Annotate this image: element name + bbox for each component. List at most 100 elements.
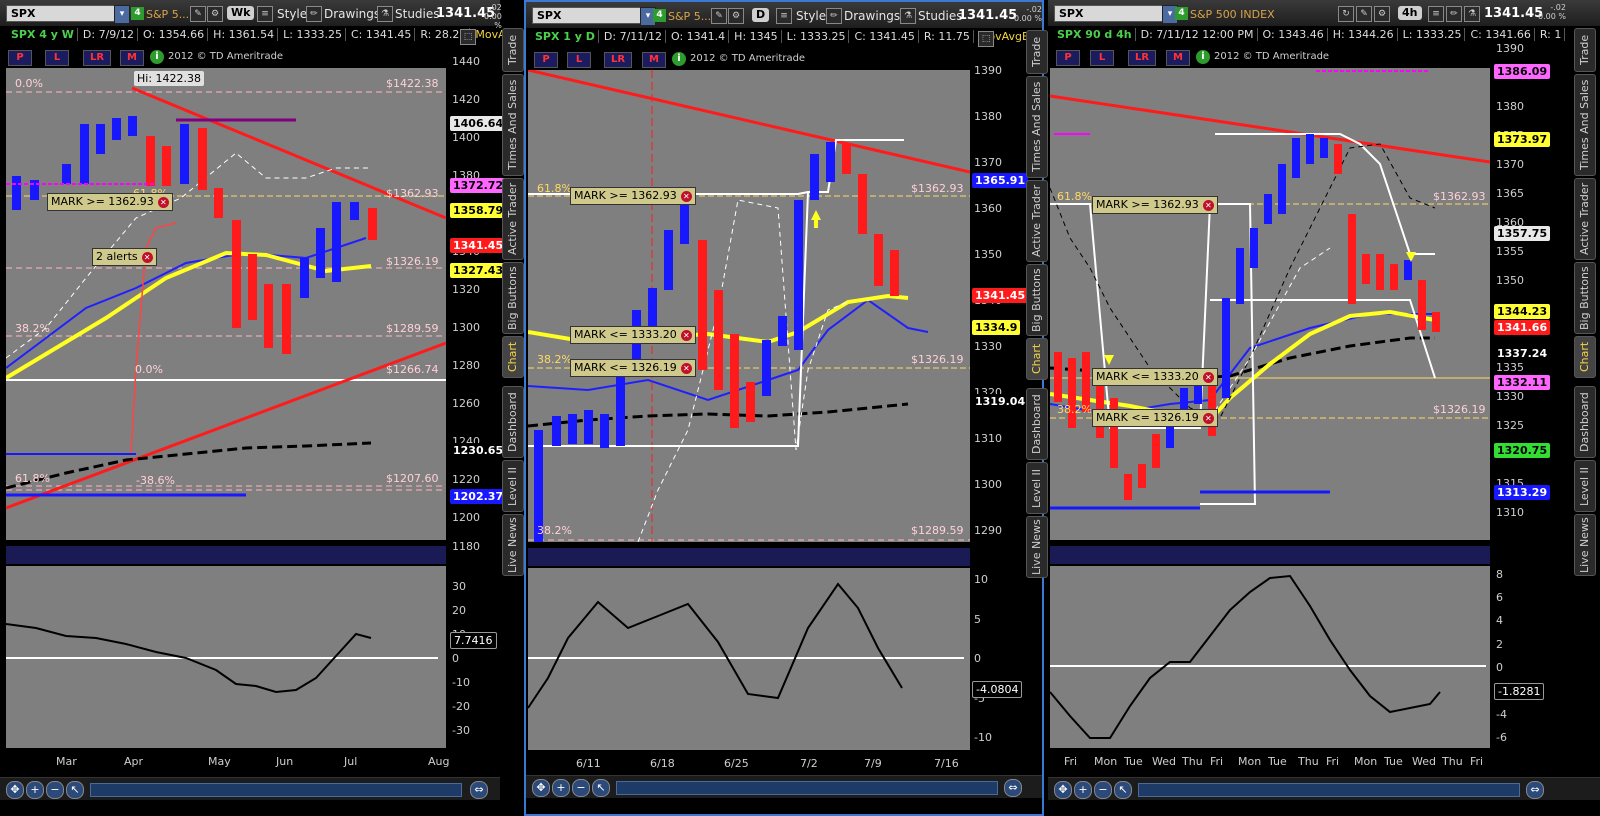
alert-label[interactable]: 2 alerts ✕ (92, 248, 157, 266)
link-group-icon[interactable]: 4 (653, 9, 666, 22)
alert-label[interactable]: MARK <= 1326.19 ✕ (1092, 409, 1218, 427)
drawings-menu[interactable]: Drawings (844, 9, 900, 23)
tab-chart[interactable]: Chart (502, 336, 524, 378)
tab-live-news[interactable]: Live News (1574, 514, 1596, 576)
plot-button-m[interactable]: M (642, 52, 666, 68)
plot-button-l[interactable]: L (567, 52, 591, 68)
timeframe-selector[interactable]: D (752, 8, 770, 22)
alert-label[interactable]: MARK <= 1333.20 ✕ (570, 326, 696, 344)
remove-alert-icon[interactable]: ✕ (1202, 412, 1214, 424)
info-icon[interactable]: i (150, 50, 164, 64)
tab-dashboard[interactable]: Dashboard (1026, 388, 1048, 460)
oscillator-chart[interactable] (1050, 566, 1490, 748)
tab-trade[interactable]: Trade (1574, 28, 1596, 72)
zoom-out-icon[interactable]: − (46, 781, 64, 799)
info-icon[interactable]: i (1196, 50, 1210, 64)
style-icon[interactable]: ≡ (776, 8, 792, 24)
time-scrollbar[interactable] (1138, 783, 1520, 797)
expand-icon[interactable]: ⇔ (1004, 779, 1022, 797)
refresh-icon[interactable]: ↻ (1338, 6, 1354, 22)
remove-alert-icon[interactable]: ✕ (680, 329, 692, 341)
tab-big-buttons[interactable]: Big Buttons (1574, 262, 1596, 334)
symbol-input[interactable]: SPX (1054, 5, 1164, 22)
plot-button-l[interactable]: L (1090, 50, 1114, 66)
tab-times-and-sales[interactable]: Times And Sales (1574, 74, 1596, 176)
style-icon[interactable]: ≡ (1428, 6, 1444, 22)
plot-button-lr[interactable]: LR (604, 52, 632, 68)
plot-button-lr[interactable]: LR (83, 50, 111, 66)
tab-level-ii[interactable]: Level II (1574, 460, 1596, 512)
tab-active-trader[interactable]: Active Trader (1026, 180, 1048, 262)
tab-dashboard[interactable]: Dashboard (502, 386, 524, 458)
pan-icon[interactable]: ✥ (1054, 781, 1072, 799)
studies-icon[interactable]: ⚗ (900, 8, 916, 24)
alert-label[interactable]: MARK >= 1362.93 ✕ (570, 187, 696, 205)
plot-button-m[interactable]: M (1166, 50, 1190, 66)
crosshair-icon[interactable]: ✎ (711, 8, 727, 24)
price-chart[interactable] (1050, 68, 1490, 540)
tab-live-news[interactable]: Live News (502, 514, 524, 576)
tab-live-news[interactable]: Live News (1026, 516, 1048, 578)
drawings-icon[interactable]: ✏ (306, 6, 322, 22)
timeframe-selector[interactable]: 4h (1398, 6, 1422, 20)
tab-chart[interactable]: Chart (1574, 336, 1596, 378)
pointer-icon[interactable]: ↖ (66, 781, 84, 799)
wrench-icon[interactable]: ⚙ (728, 8, 744, 24)
plot-button-p[interactable]: P (8, 50, 32, 66)
wrench-icon[interactable]: ⚙ (207, 6, 223, 22)
tab-trade[interactable]: Trade (1026, 30, 1048, 74)
tab-big-buttons[interactable]: Big Buttons (502, 262, 524, 334)
zoom-out-icon[interactable]: − (1094, 781, 1112, 799)
crosshair-icon[interactable]: ✎ (1356, 6, 1372, 22)
pan-icon[interactable]: ✥ (532, 779, 550, 797)
remove-alert-icon[interactable]: ✕ (1202, 199, 1214, 211)
plot-button-m[interactable]: M (120, 50, 144, 66)
oscillator-chart[interactable] (528, 568, 970, 750)
tab-level-ii[interactable]: Level II (502, 460, 524, 512)
zoom-in-icon[interactable]: + (26, 781, 44, 799)
alert-label[interactable]: MARK <= 1326.19 ✕ (570, 359, 696, 377)
link-group-icon[interactable]: 4 (131, 7, 144, 20)
info-icon[interactable]: i (672, 52, 686, 66)
studies-icon[interactable]: ⚗ (377, 6, 393, 22)
alert-label[interactable]: MARK <= 1333.20 ✕ (1092, 368, 1218, 386)
oscillator-chart[interactable] (6, 566, 446, 748)
link-group-icon[interactable]: 4 (1175, 7, 1188, 20)
remove-alert-icon[interactable]: ✕ (157, 196, 169, 208)
expand-icon[interactable]: ⇔ (1526, 781, 1544, 799)
alert-label[interactable]: MARK >= 1362.93 ✕ (47, 193, 173, 211)
style-icon[interactable]: ≡ (257, 6, 273, 22)
time-scrollbar[interactable] (90, 783, 462, 797)
symbol-input[interactable]: SPX (6, 5, 116, 22)
chart-settings-icon[interactable]: ⬚ (460, 29, 476, 45)
plot-button-l[interactable]: L (45, 50, 69, 66)
time-scrollbar[interactable] (616, 781, 998, 795)
studies-menu[interactable]: Studies (395, 7, 440, 21)
pointer-icon[interactable]: ↖ (592, 779, 610, 797)
plot-button-p[interactable]: P (1056, 50, 1080, 66)
remove-alert-icon[interactable]: ✕ (680, 190, 692, 202)
tab-big-buttons[interactable]: Big Buttons (1026, 264, 1048, 336)
alert-label[interactable]: MARK >= 1362.93 ✕ (1092, 196, 1218, 214)
wrench-icon[interactable]: ⚙ (1374, 6, 1390, 22)
tab-chart[interactable]: Chart (1026, 338, 1048, 380)
pointer-icon[interactable]: ↖ (1114, 781, 1132, 799)
remove-alert-icon[interactable]: ✕ (680, 362, 692, 374)
price-chart[interactable] (528, 70, 970, 542)
crosshair-icon[interactable]: ✎ (190, 6, 206, 22)
drawings-menu[interactable]: Drawings (324, 7, 380, 21)
drawings-icon[interactable]: ✏ (1446, 6, 1462, 22)
tab-times-and-sales[interactable]: Times And Sales (1026, 76, 1048, 178)
tab-active-trader[interactable]: Active Trader (502, 178, 524, 260)
tab-trade[interactable]: Trade (502, 28, 524, 72)
tab-dashboard[interactable]: Dashboard (1574, 386, 1596, 458)
plot-button-p[interactable]: P (534, 52, 558, 68)
tab-level-ii[interactable]: Level II (1026, 462, 1048, 514)
drawings-icon[interactable]: ✏ (826, 8, 842, 24)
timeframe-selector[interactable]: Wk (227, 6, 255, 20)
symbol-dropdown-icon[interactable]: ▾ (114, 5, 130, 24)
symbol-input[interactable]: SPX (532, 7, 642, 24)
style-menu[interactable]: Style (277, 7, 307, 21)
tab-active-trader[interactable]: Active Trader (1574, 178, 1596, 260)
studies-menu[interactable]: Studies (918, 9, 963, 23)
